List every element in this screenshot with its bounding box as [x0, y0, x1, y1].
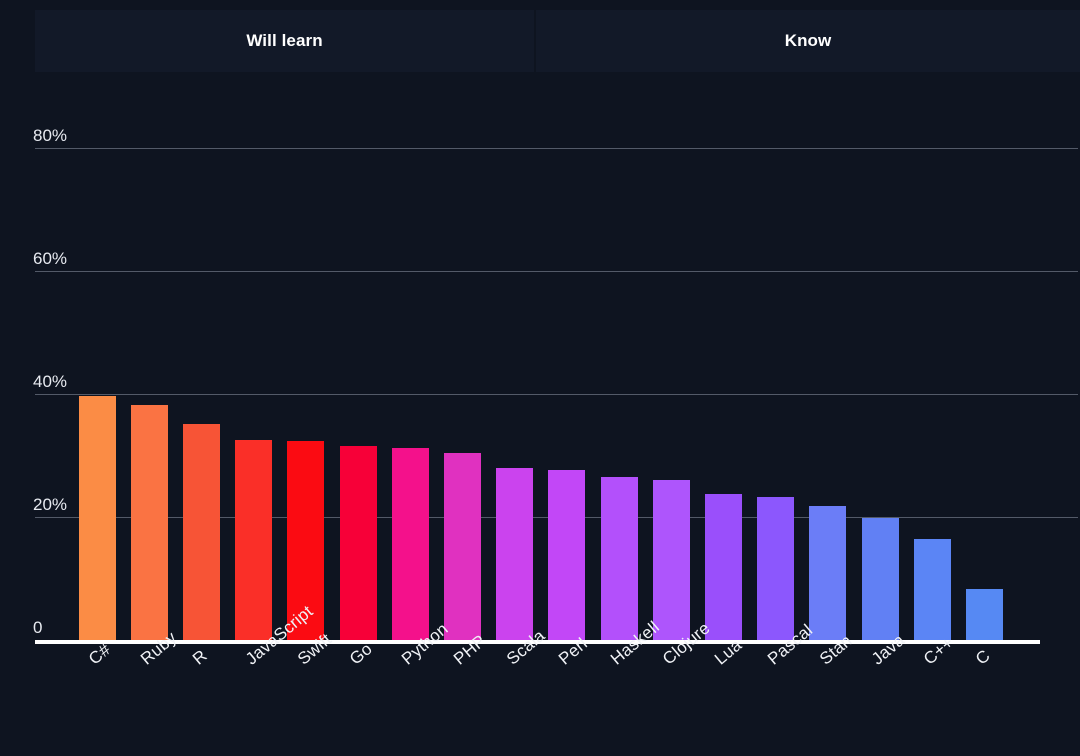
x-axis-tick-label: Swift [293, 629, 335, 669]
x-axis-tick-label: R [189, 645, 212, 669]
x-axis-tick-label: Pascal [763, 620, 816, 669]
x-axis-tick-label: Ruby [137, 627, 181, 669]
x-axis-tick-label: PHP [450, 631, 490, 669]
x-axis-tick-label: Java [868, 630, 909, 669]
x-axis-labels: C# Ruby R JavaScript Swift Go Python PHP Scala Pe… [0, 0, 1080, 756]
x-axis-tick-label: Perl [554, 634, 591, 669]
x-axis-tick-label: Go [346, 639, 376, 669]
x-axis-tick-label: C [972, 645, 995, 669]
x-axis-tick-label: Lua [711, 635, 746, 669]
x-axis-tick-label: C# [85, 639, 115, 669]
x-axis-tick-label: Haskell [607, 617, 663, 669]
x-axis-tick-label: Stan [815, 631, 856, 669]
chart-container: Will learn Know 0 20% 40% 60% 80% C# Ruby R Jav… [0, 0, 1080, 756]
x-axis-tick-label: Clojure [659, 618, 714, 669]
x-axis-tick-label: C++ [920, 632, 958, 669]
x-axis-tick-label: Python [398, 619, 452, 669]
x-axis-tick-label: Scala [502, 626, 549, 669]
